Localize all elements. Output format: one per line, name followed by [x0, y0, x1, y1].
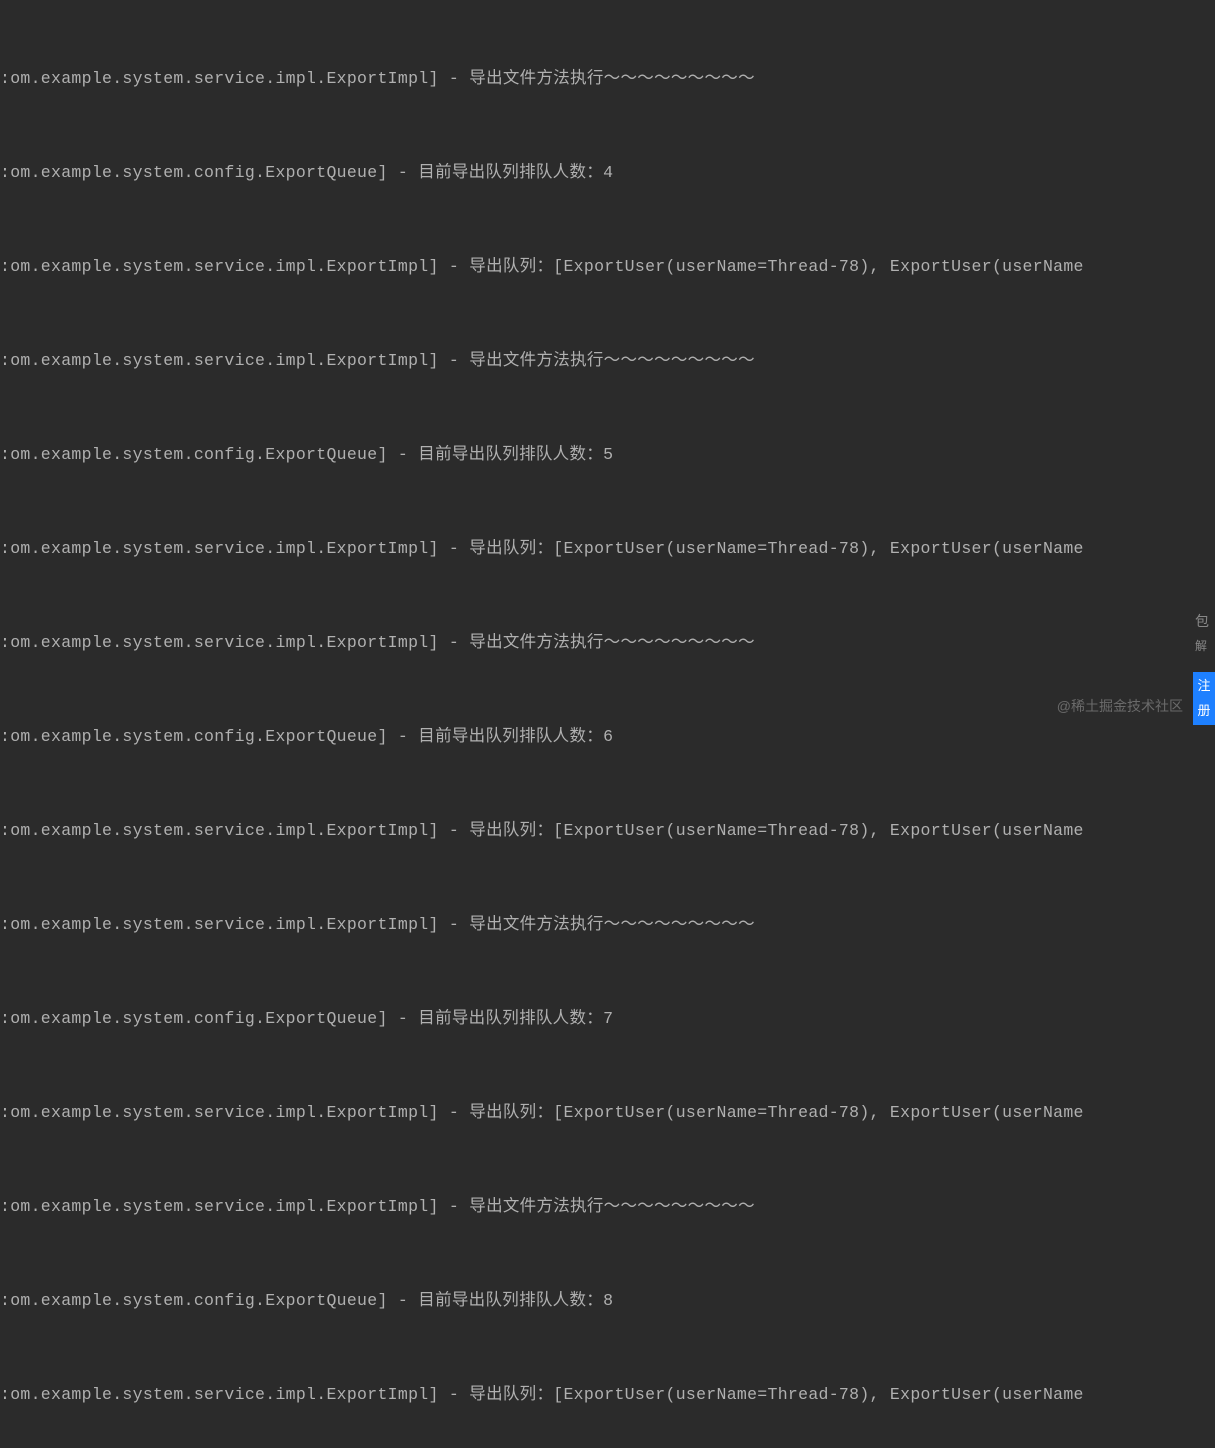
log-line: :om.example.system.service.impl.ExportIm…: [0, 1097, 1215, 1128]
log-line: :om.example.system.service.impl.ExportIm…: [0, 345, 1215, 376]
log-line: :om.example.system.service.impl.ExportIm…: [0, 815, 1215, 846]
log-line: :om.example.system.service.impl.ExportIm…: [0, 909, 1215, 940]
log-line: :om.example.system.config.ExportQueue] -…: [0, 1003, 1215, 1034]
log-line: :om.example.system.service.impl.ExportIm…: [0, 1191, 1215, 1222]
register-button[interactable]: 注册: [1193, 672, 1215, 725]
side-overlay-text: 解: [1195, 635, 1215, 658]
log-line: :om.example.system.service.impl.ExportIm…: [0, 63, 1215, 94]
console-output[interactable]: :om.example.system.service.impl.ExportIm…: [0, 0, 1215, 1448]
log-line: :om.example.system.service.impl.ExportIm…: [0, 251, 1215, 282]
log-line: :om.example.system.config.ExportQueue] -…: [0, 721, 1215, 752]
log-line: :om.example.system.config.ExportQueue] -…: [0, 157, 1215, 188]
log-line: :om.example.system.service.impl.ExportIm…: [0, 627, 1215, 658]
side-overlay-text: 包: [1195, 608, 1215, 635]
log-line: :om.example.system.config.ExportQueue] -…: [0, 439, 1215, 470]
log-line: :om.example.system.service.impl.ExportIm…: [0, 533, 1215, 564]
log-line: :om.example.system.config.ExportQueue] -…: [0, 1285, 1215, 1316]
log-line: :om.example.system.service.impl.ExportIm…: [0, 1379, 1215, 1410]
watermark-text: @稀土掘金技术社区: [1057, 693, 1183, 720]
